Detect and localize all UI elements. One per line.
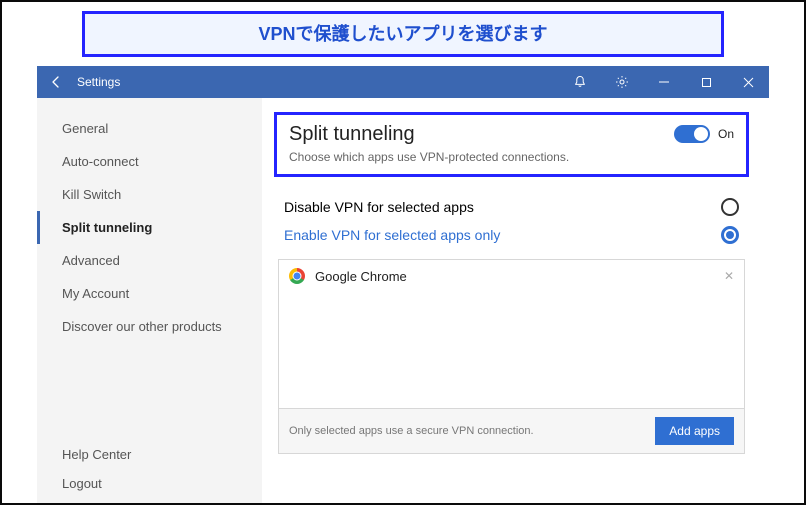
radio-enable-vpn-only[interactable]: Enable VPN for selected apps only bbox=[280, 221, 743, 249]
apps-footer: Only selected apps use a secure VPN conn… bbox=[279, 408, 744, 453]
sidebar-item-advanced[interactable]: Advanced bbox=[37, 244, 262, 277]
sidebar-item-general[interactable]: General bbox=[37, 112, 262, 145]
sidebar-item-auto-connect[interactable]: Auto-connect bbox=[37, 145, 262, 178]
sidebar-item-label: Advanced bbox=[62, 253, 120, 268]
window-controls bbox=[559, 66, 769, 98]
sidebar-nav: General Auto-connect Kill Switch Split t… bbox=[37, 112, 262, 343]
gear-icon bbox=[615, 75, 629, 89]
header-text: Split tunneling Choose which apps use VP… bbox=[289, 123, 569, 164]
footer-note: Only selected apps use a secure VPN conn… bbox=[289, 425, 534, 437]
window-title: Settings bbox=[77, 75, 559, 89]
app-row: Google Chrome ✕ bbox=[279, 260, 744, 292]
settings-button[interactable] bbox=[601, 66, 643, 98]
radio-label: Disable VPN for selected apps bbox=[284, 199, 474, 215]
annotation-text: VPNで保護したいアプリを選びます bbox=[258, 24, 547, 44]
maximize-icon bbox=[701, 77, 712, 88]
remove-app-button[interactable]: ✕ bbox=[724, 269, 734, 283]
minimize-icon bbox=[658, 76, 670, 88]
radio-disable-vpn[interactable]: Disable VPN for selected apps bbox=[280, 193, 743, 221]
sidebar-item-label: Help Center bbox=[62, 447, 131, 462]
titlebar: Settings bbox=[37, 66, 769, 98]
radio-icon bbox=[721, 226, 739, 244]
close-button[interactable] bbox=[727, 66, 769, 98]
sidebar-item-label: Split tunneling bbox=[62, 220, 152, 235]
sidebar-item-label: Auto-connect bbox=[62, 154, 139, 169]
toggle-label: On bbox=[718, 127, 734, 141]
sidebar: General Auto-connect Kill Switch Split t… bbox=[37, 98, 262, 505]
minimize-button[interactable] bbox=[643, 66, 685, 98]
mode-radio-group: Disable VPN for selected apps Enable VPN… bbox=[280, 193, 743, 249]
sidebar-item-label: Logout bbox=[62, 476, 102, 491]
close-icon bbox=[743, 77, 754, 88]
app-name: Google Chrome bbox=[315, 269, 724, 284]
sidebar-item-label: Kill Switch bbox=[62, 187, 121, 202]
main-panel: Split tunneling Choose which apps use VP… bbox=[262, 98, 769, 505]
sidebar-item-help-center[interactable]: Help Center bbox=[37, 440, 262, 469]
sidebar-item-label: General bbox=[62, 121, 108, 136]
notifications-button[interactable] bbox=[559, 66, 601, 98]
sidebar-item-kill-switch[interactable]: Kill Switch bbox=[37, 178, 262, 211]
sidebar-item-logout[interactable]: Logout bbox=[37, 469, 262, 498]
toggle-switch-icon bbox=[674, 125, 710, 143]
annotation-callout: VPNで保護したいアプリを選びます bbox=[82, 11, 724, 57]
sidebar-bottom: Help Center Logout bbox=[37, 440, 262, 498]
split-tunneling-toggle[interactable]: On bbox=[674, 125, 734, 143]
sidebar-item-my-account[interactable]: My Account bbox=[37, 277, 262, 310]
radio-label: Enable VPN for selected apps only bbox=[284, 227, 500, 243]
arrow-left-icon bbox=[49, 75, 63, 89]
selected-apps-box: Google Chrome ✕ Only selected apps use a… bbox=[278, 259, 745, 454]
split-tunneling-header: Split tunneling Choose which apps use VP… bbox=[274, 112, 749, 177]
sidebar-item-label: My Account bbox=[62, 286, 129, 301]
app-body: General Auto-connect Kill Switch Split t… bbox=[37, 98, 769, 505]
apps-list: Google Chrome ✕ bbox=[279, 260, 744, 408]
back-button[interactable] bbox=[49, 75, 63, 89]
sidebar-item-label: Discover our other products bbox=[62, 319, 222, 334]
radio-icon bbox=[721, 198, 739, 216]
page-title: Split tunneling bbox=[289, 123, 569, 146]
maximize-button[interactable] bbox=[685, 66, 727, 98]
app-window: VPNで保護したいアプリを選びます Settings bbox=[0, 0, 806, 505]
sidebar-item-split-tunneling[interactable]: Split tunneling bbox=[37, 211, 262, 244]
bell-icon bbox=[573, 75, 587, 89]
page-subtitle: Choose which apps use VPN-protected conn… bbox=[289, 150, 569, 164]
chrome-icon bbox=[289, 268, 305, 284]
sidebar-item-discover[interactable]: Discover our other products bbox=[37, 310, 262, 343]
add-apps-button[interactable]: Add apps bbox=[655, 417, 734, 445]
